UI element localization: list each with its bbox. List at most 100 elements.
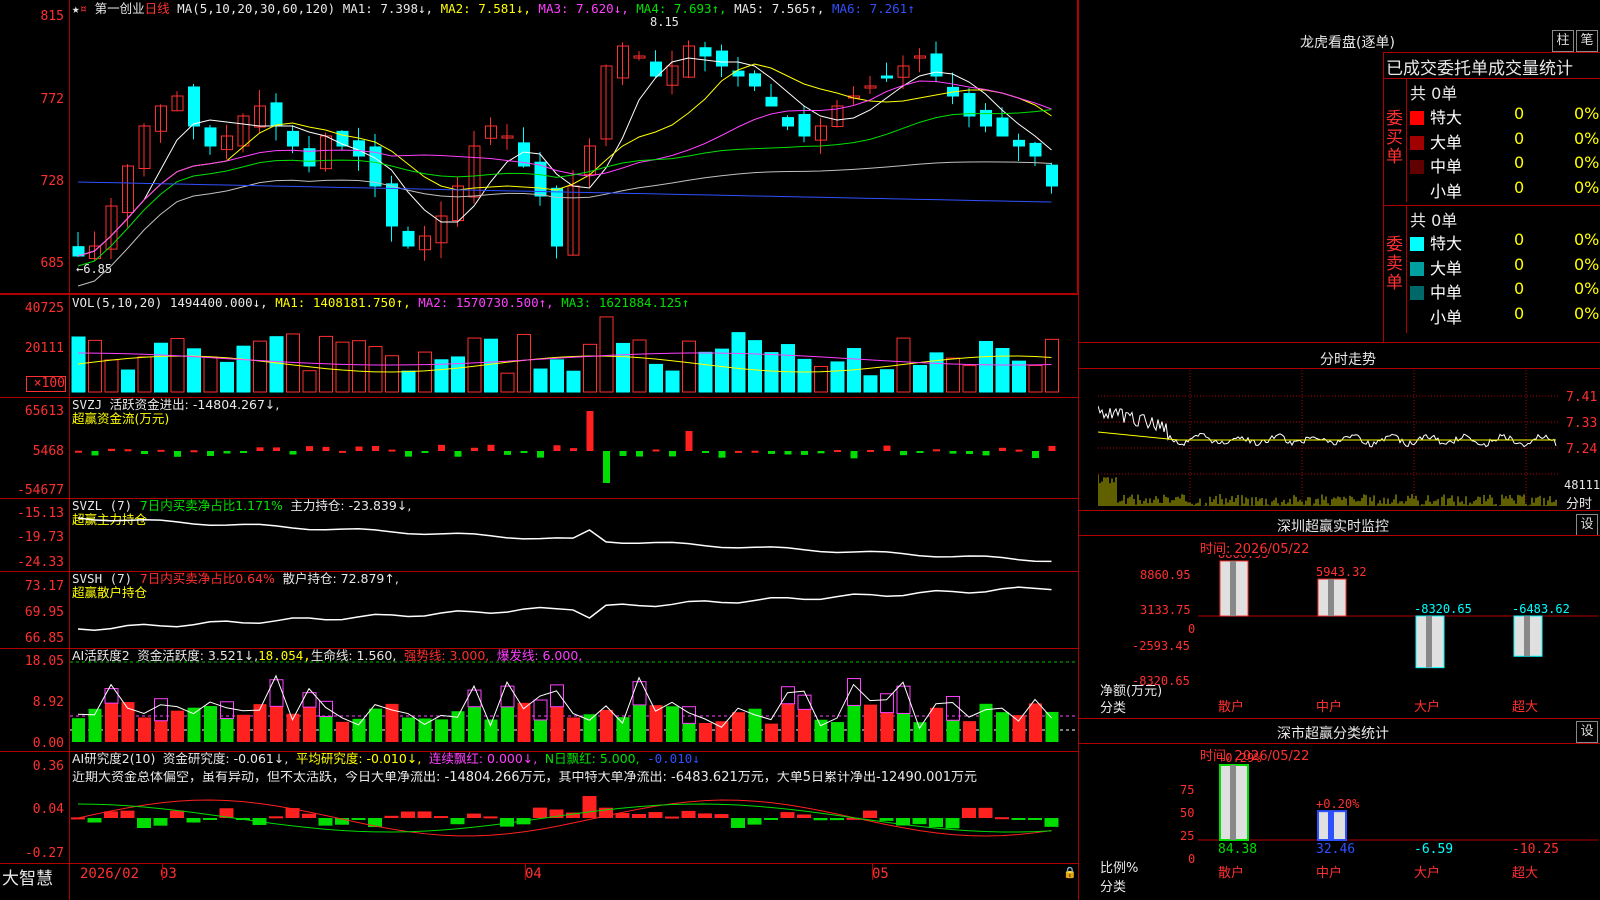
flow-bar [933,449,940,452]
kline-ytick: 728 [40,174,64,189]
volume-bar [566,370,581,393]
kline-ytick: 772 [40,92,64,107]
activity-bar [633,704,646,742]
volume-chart[interactable] [70,304,1076,396]
svzl-ytick: -19.73 [17,530,64,545]
bar-mode-button[interactable]: 柱 [1552,30,1574,52]
activity-bar [897,713,910,742]
category-bar-chart[interactable]: +0.29% 84.38 散户 +0.20% 32.46 中户 -6.59 大户 -10.25 超… [1198,750,1598,900]
buy-total: 共 0单 [1410,84,1458,103]
order-row: 中单 0 0% [1410,279,1600,302]
candle [204,127,217,147]
order-row: 小单 0 0% [1410,178,1599,201]
flow-bar [487,444,495,451]
category-label: 中户 [1316,865,1342,881]
ai-activity-chart[interactable] [70,650,1076,750]
monitor-xlabel: 分类 [1100,701,1127,716]
flow-bar [223,451,231,454]
volume-bar [302,370,317,393]
volume-bar [731,332,746,393]
flow-bar [619,451,627,456]
volume-bar [121,369,135,393]
monitor-bar-chart[interactable]: 8860.95 散户 5943.32 中户 -8320.65 大户 -6483.62 超大 [1198,555,1598,715]
monitor-settings-button[interactable]: 设 [1576,514,1598,536]
svzj-chart[interactable] [70,405,1076,497]
volume-bar [665,370,680,393]
svzl-chart[interactable] [70,500,1076,570]
flow-bar [388,449,396,452]
tick [872,864,873,880]
category-ytick: 50 [1180,806,1195,820]
holding-line [77,517,1052,563]
tick-mode-button[interactable]: 笔 [1576,30,1598,52]
volume-bar [764,352,779,393]
category-settings-button[interactable]: 设 [1576,721,1598,743]
category-xlabel: 分类 [1100,880,1127,895]
activity-bar-top [896,685,911,714]
volume-bar [830,361,845,393]
candle [699,47,712,57]
order-row: 特大 0 0% [1410,104,1599,127]
activity-bar [831,722,844,742]
activity-bar [171,710,184,742]
flow-bar [603,451,610,483]
monitor-ytick: 3133.75 [1140,603,1191,617]
bar-value-label: -10.25 [1512,842,1559,857]
volume-bar [929,352,944,393]
order-row: 特大 0 0% [1410,230,1599,253]
svzl-ytick: -24.33 [17,555,64,570]
volume-bar [781,344,795,393]
order-pct: 0% [1574,279,1600,298]
volume-bar [599,316,614,393]
activity-bar [930,707,943,742]
candle [980,109,992,127]
kline-ytick: 815 [40,9,64,24]
ai-research-chart[interactable] [70,752,1076,862]
dragon-title: 龙虎看盘(逐单) [1300,35,1395,51]
svzj-ytick: -54677 [17,483,64,498]
lock-icon[interactable]: 🔒 [1063,866,1077,879]
volume-bar [401,370,416,393]
research-bar [764,818,778,820]
volume-bar [170,338,185,393]
tick [162,864,163,880]
research-bar [450,818,465,825]
monitor-ytick: 0 [1188,622,1196,636]
date-label: 2026/02 [80,866,140,882]
right-divider [1078,0,1079,900]
candle [798,113,811,137]
candle [765,96,778,107]
activity-bar-top [319,700,333,717]
volume-bar [583,343,597,393]
activity-bar [319,716,333,742]
volume-bar [1012,360,1026,393]
research-bar [632,814,646,818]
candlestick-chart[interactable] [70,14,1076,294]
flow-bar [999,447,1006,451]
change-label: +0.29% [1218,751,1262,765]
color-swatch-icon [1410,261,1424,276]
research-bar [929,818,943,828]
flow-bar [405,451,412,457]
monitor-ytick: 8860.95 [1140,568,1191,582]
date-label: 04 [525,866,542,882]
order-type: 特大 [1430,234,1463,253]
vol-unit: ×100 [26,376,66,392]
intraday-chart[interactable] [1098,370,1588,508]
category-label: 超大 [1512,700,1538,715]
research-bar [401,811,415,818]
activity-bar [715,721,729,742]
category-label: 超大 [1512,866,1538,881]
order-type: 小单 [1430,307,1463,327]
volume-bar [616,342,630,393]
activity-bar [435,719,448,742]
vol-ytick: 40725 [24,301,64,316]
order-count: 0 [1514,230,1525,249]
research-bar [384,815,399,818]
svsh-ytick: 73.17 [24,579,64,594]
activity-bar [204,706,217,742]
holding-line [77,586,1052,631]
research-bar [302,813,316,818]
activity-bar [765,723,778,742]
svsh-chart[interactable] [70,573,1076,647]
